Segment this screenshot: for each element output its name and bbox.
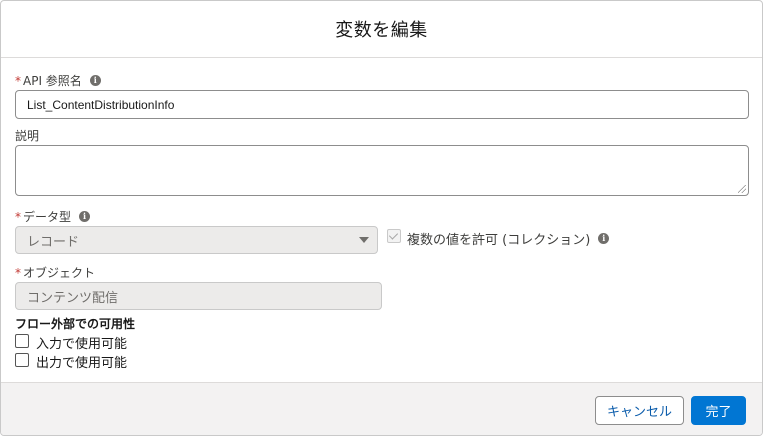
required-mark: * — [15, 265, 21, 280]
availability-title: フロー外部での可用性 — [15, 317, 136, 331]
edit-variable-modal: 変数を編集 * API 参照名 i List_ContentDistributi… — [0, 0, 763, 436]
info-icon[interactable]: i — [598, 233, 610, 244]
description-label-row: 説明 — [15, 127, 39, 144]
modal-header: 変数を編集 — [1, 1, 762, 58]
info-icon[interactable]: i — [89, 75, 101, 86]
info-icon[interactable]: i — [79, 211, 91, 222]
input-available-checkbox[interactable] — [15, 334, 29, 348]
data-type-label-row: * データ型 i — [15, 208, 91, 225]
object-input[interactable]: コンテンツ配信 — [15, 282, 382, 310]
input-available-label: 入力で使用可能 — [36, 337, 128, 352]
collection-label: 複数の値を許可 (コレクション) — [407, 233, 591, 248]
object-value: コンテンツ配信 — [27, 290, 119, 306]
resize-grip-icon[interactable] — [738, 185, 746, 193]
api-name-label: API 参照名 — [23, 74, 82, 88]
object-label-row: * オブジェクト — [15, 264, 95, 281]
object-label: オブジェクト — [23, 266, 96, 280]
data-type-select[interactable]: レコード — [15, 226, 378, 254]
required-mark: * — [15, 73, 21, 88]
api-name-input[interactable]: List_ContentDistributionInfo — [15, 90, 749, 119]
output-available-checkbox[interactable] — [15, 353, 29, 367]
cancel-button[interactable]: キャンセル — [595, 396, 684, 425]
api-name-label-row: * API 参照名 i — [15, 72, 101, 89]
required-mark: * — [15, 209, 21, 224]
modal-title: 変数を編集 — [335, 20, 428, 41]
output-available-label: 出力で使用可能 — [36, 356, 128, 371]
modal-footer: キャンセル 完了 — [1, 382, 762, 435]
done-button[interactable]: 完了 — [691, 396, 746, 425]
collection-checkbox[interactable] — [387, 229, 401, 243]
check-icon — [388, 230, 399, 240]
api-name-value: List_ContentDistributionInfo — [27, 97, 175, 112]
chevron-down-icon — [359, 237, 369, 243]
description-textarea[interactable] — [15, 145, 749, 196]
data-type-selected: レコード — [27, 234, 80, 250]
data-type-label: データ型 — [23, 210, 72, 224]
description-label: 説明 — [15, 129, 40, 143]
collection-label-row: 複数の値を許可 (コレクション) i — [407, 229, 610, 248]
